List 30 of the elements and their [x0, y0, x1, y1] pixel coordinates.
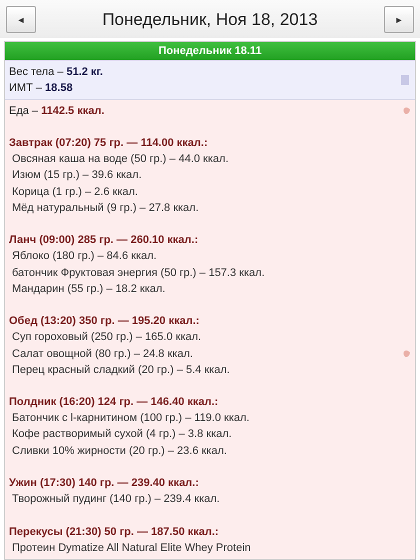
- previous-day-button[interactable]: ◄: [6, 6, 36, 34]
- food-item: Батончик с l-карнитином (100 гр.) – 119.0 ккал.: [11, 411, 250, 426]
- food-item: Яблоко (180 гр.) – 84.6 ккал.: [11, 249, 157, 264]
- leaf-icon[interactable]: [402, 349, 411, 358]
- day-bar: Понедельник 18.11: [5, 42, 415, 60]
- leaf-icon[interactable]: [402, 106, 411, 116]
- bmi-text: ИМТ – 18.58: [9, 80, 73, 96]
- food-item: Сливки 10% жирности (20 гр.) – 23.6 ккал.: [11, 444, 227, 459]
- food-item: Мёд натуральный (9 гр.) – 27.8 ккал.: [11, 200, 199, 216]
- meal-heading: Ланч (09:00) 285 гр. — 260.10 ккал.:: [9, 233, 200, 248]
- food-item: Протеин Dymatize All Natural Elite Whey Protein: [11, 540, 251, 556]
- food-total-text: Еда – 1142.5 ккал.: [9, 104, 104, 119]
- food-item: Корица (1 гр.) – 2.6 ккал.: [11, 184, 138, 200]
- meal-heading: Ужин (17:30) 140 гр. — 239.40 ккал.:: [9, 476, 200, 492]
- food-item: батончик Фруктовая энергия (50 гр.) – 157.3 ккал.: [11, 266, 265, 281]
- meal-heading: Обед (13:20) 350 гр. — 195.20 ккал.:: [9, 314, 200, 330]
- meal-heading: Полдник (16:20) 124 гр. — 146.40 ккал.:: [9, 395, 220, 410]
- food-item: Кофе растворимый сухой (4 гр.) – 3.8 ккал.: [11, 427, 232, 442]
- next-day-button[interactable]: ►: [384, 6, 414, 34]
- meal-heading: Завтрак (07:20) 75 гр. — 114.00 ккал.:: [9, 136, 209, 152]
- date-title: Понедельник, Ноя 18, 2013: [102, 10, 318, 30]
- meal-heading: Перекусы (21:30) 50 гр. — 187.50 ккал.:: [9, 524, 220, 540]
- food-item: Салат овощной (80 гр.) – 24.8 ккал.: [11, 346, 193, 362]
- food-item: Творожный пудинг (140 гр.) – 239.4 ккал.: [11, 492, 220, 508]
- food-item: Мандарин (55 гр.) – 18.2 ккал.: [11, 282, 166, 297]
- food-item: Перец красный сладкий (20 гр.) – 5.4 ккал.: [11, 362, 230, 378]
- food-item: Овсяная каша на воде (50 гр.) – 44.0 ккал.: [11, 152, 229, 168]
- food-item: Суп гороховый (250 гр.) – 165.0 ккал.: [11, 330, 202, 346]
- weight-text: Вес тела – 51.2 кг.: [9, 64, 103, 80]
- food-item: Изюм (15 гр.) – 39.6 ккал.: [11, 168, 142, 184]
